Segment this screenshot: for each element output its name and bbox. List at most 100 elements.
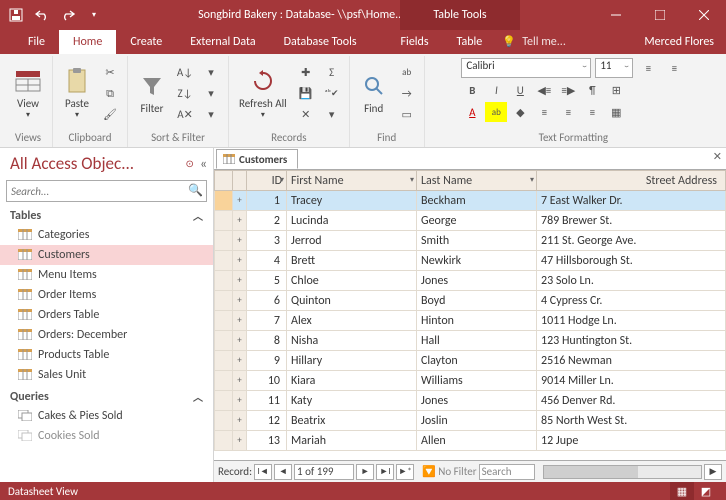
cell-street-address[interactable]: 2516 Newman (537, 351, 726, 371)
horizontal-scrollbar[interactable] (543, 465, 702, 479)
more-records-button[interactable]: ▾ (321, 105, 343, 125)
sort-desc-button[interactable]: Z↓ (174, 84, 196, 104)
column-header-street-address[interactable]: Street Address (537, 171, 726, 191)
cell-first-name[interactable]: Katy (287, 391, 417, 411)
new-record-button[interactable]: ✚ (295, 63, 317, 83)
row-header[interactable] (215, 411, 233, 431)
select-all-corner[interactable] (215, 171, 233, 191)
table-row[interactable]: +7AlexHinton1011 Hodge Ln. (215, 311, 726, 331)
cell-first-name[interactable]: Lucinda (287, 211, 417, 231)
row-header[interactable] (215, 391, 233, 411)
save-record-button[interactable]: 💾 (295, 84, 317, 104)
cell-id[interactable]: 5 (247, 271, 287, 291)
qat-dropdown-icon[interactable]: ▾ (84, 5, 104, 25)
expand-row-button[interactable]: + (233, 291, 247, 311)
view-button[interactable]: View▾ (10, 65, 46, 122)
object-tab-customers[interactable]: Customers (216, 149, 298, 169)
cell-last-name[interactable]: Jones (417, 271, 537, 291)
sort-asc-button[interactable]: A↓ (174, 63, 196, 83)
cut-button[interactable]: ✂ (99, 63, 121, 83)
nav-item-menu-items[interactable]: Menu Items (0, 265, 213, 285)
replace-button[interactable]: ab (396, 63, 418, 83)
tab-table[interactable]: Table (443, 30, 497, 54)
cell-street-address[interactable]: 12 Jupe (537, 431, 726, 451)
table-row[interactable]: +3JerrodSmith211 St. George Ave. (215, 231, 726, 251)
cell-id[interactable]: 9 (247, 351, 287, 371)
paste-button[interactable]: Paste▾ (59, 65, 95, 122)
close-button[interactable] (682, 0, 726, 30)
nav-item-cakes-pies-sold[interactable]: Cakes & Pies Sold (0, 406, 213, 426)
cell-street-address[interactable]: 7 East Walker Dr. (537, 191, 726, 211)
cell-first-name[interactable]: Hillary (287, 351, 417, 371)
table-row[interactable]: +4BrettNewkirk47 Hillsborough St. (215, 251, 726, 271)
goto-button[interactable]: → (396, 84, 418, 104)
numbering-button[interactable]: ≡ (663, 58, 685, 78)
expand-row-button[interactable]: + (233, 371, 247, 391)
find-button[interactable]: Find (356, 70, 392, 117)
expand-row-button[interactable]: + (233, 251, 247, 271)
nav-section-queries[interactable]: Queries︿ (0, 385, 213, 406)
font-color-button[interactable]: A (461, 102, 483, 122)
table-row[interactable]: +5ChloeJones23 Solo Ln. (215, 271, 726, 291)
cell-last-name[interactable]: Allen (417, 431, 537, 451)
expand-row-button[interactable]: + (233, 411, 247, 431)
cell-last-name[interactable]: Clayton (417, 351, 537, 371)
align-right-button[interactable]: ≡ (581, 102, 603, 122)
table-row[interactable]: +13MariahAllen12 Jupe (215, 431, 726, 451)
new-record-nav-button[interactable]: ►* (396, 464, 414, 480)
nav-section-tables[interactable]: Tables︿ (0, 204, 213, 225)
format-painter-button[interactable]: 🖌 (99, 105, 121, 125)
nav-item-categories[interactable]: Categories (0, 225, 213, 245)
nav-item-sales-unit[interactable]: Sales Unit (0, 365, 213, 385)
cell-last-name[interactable]: Boyd (417, 291, 537, 311)
nav-dropdown-icon[interactable]: ⊙ (185, 157, 193, 170)
table-row[interactable]: +6QuintonBoyd4 Cypress Cr. (215, 291, 726, 311)
tab-file[interactable]: File (14, 30, 59, 54)
expand-row-button[interactable]: + (233, 431, 247, 451)
expand-row-button[interactable]: + (233, 211, 247, 231)
bold-button[interactable]: B (461, 80, 483, 100)
row-header[interactable] (215, 211, 233, 231)
next-record-button[interactable]: ► (356, 464, 374, 480)
gridlines-button[interactable]: ⊞ (605, 80, 627, 100)
fill-color-button[interactable]: ◆ (509, 102, 531, 122)
nav-item-orders-december[interactable]: Orders: December (0, 325, 213, 345)
cell-first-name[interactable]: Alex (287, 311, 417, 331)
cell-first-name[interactable]: Brett (287, 251, 417, 271)
row-header[interactable] (215, 291, 233, 311)
cell-street-address[interactable]: 1011 Hodge Ln. (537, 311, 726, 331)
cell-first-name[interactable]: Jerrod (287, 231, 417, 251)
scroll-right-button[interactable]: ▶ (704, 464, 722, 480)
nav-item-customers[interactable]: Customers (0, 245, 213, 265)
cell-street-address[interactable]: 9014 Miller Ln. (537, 371, 726, 391)
cell-street-address[interactable]: 85 North West St. (537, 411, 726, 431)
cell-first-name[interactable]: Mariah (287, 431, 417, 451)
font-family-combo[interactable]: Calibri (461, 58, 591, 78)
user-name[interactable]: Merced Flores (644, 35, 714, 49)
row-header[interactable] (215, 351, 233, 371)
last-record-button[interactable]: ►I (376, 464, 394, 480)
align-left-button[interactable]: ≡ (533, 102, 555, 122)
cell-first-name[interactable]: Tracey (287, 191, 417, 211)
cell-last-name[interactable]: Williams (417, 371, 537, 391)
cell-last-name[interactable]: Hall (417, 331, 537, 351)
expand-row-button[interactable]: + (233, 271, 247, 291)
expand-row-button[interactable]: + (233, 331, 247, 351)
underline-button[interactable]: U (509, 80, 531, 100)
decrease-indent-button[interactable]: ◀≡ (533, 80, 555, 100)
cell-id[interactable]: 12 (247, 411, 287, 431)
highlight-button[interactable]: ab (485, 102, 507, 122)
cell-id[interactable]: 11 (247, 391, 287, 411)
nav-item-cookies-sold[interactable]: Cookies Sold (0, 426, 213, 446)
increase-indent-button[interactable]: ≡▶ (557, 80, 579, 100)
table-row[interactable]: +10KiaraWilliams9014 Miller Ln. (215, 371, 726, 391)
datasheet-view-button[interactable]: ▦ (670, 482, 694, 500)
column-header-id[interactable]: ID▾ (247, 171, 287, 191)
cell-first-name[interactable]: Beatrix (287, 411, 417, 431)
tab-external-data[interactable]: External Data (176, 30, 269, 54)
tab-fields[interactable]: Fields (387, 30, 443, 54)
nav-search-input[interactable] (6, 180, 207, 202)
cell-first-name[interactable]: Kiara (287, 371, 417, 391)
selection-filter-button[interactable]: ▾ (200, 63, 222, 83)
row-header[interactable] (215, 331, 233, 351)
